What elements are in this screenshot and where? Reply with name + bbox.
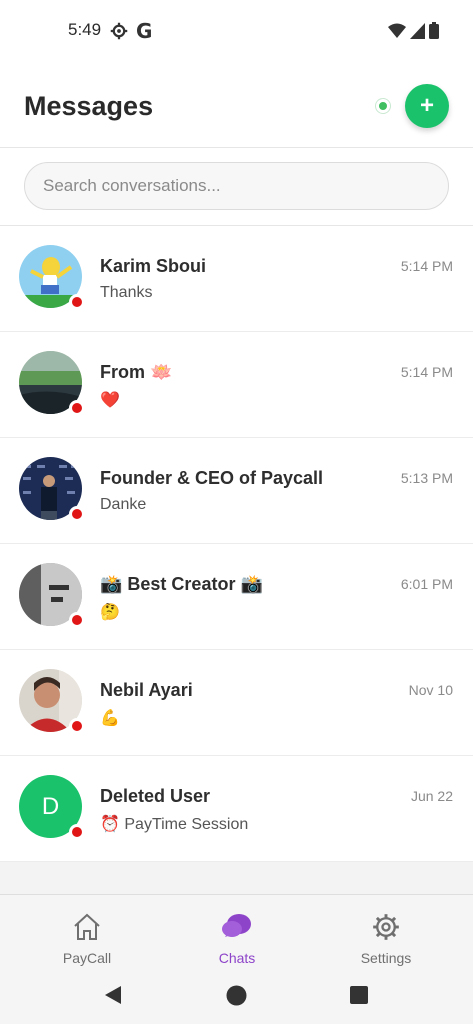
conversation-last-message: Thanks xyxy=(100,284,153,301)
gear-icon xyxy=(371,914,401,945)
chat-bubbles-icon xyxy=(221,914,253,945)
conversation-time: 6:01 PM xyxy=(400,576,453,592)
conversation-last-message: Danke xyxy=(100,496,147,513)
back-icon[interactable] xyxy=(103,985,123,1010)
conversation-last-message: ❤️ xyxy=(100,392,120,409)
unread-indicator xyxy=(69,506,85,522)
conversation-item[interactable]: 📸 Best Creator 📸 🤔 6:01 PM xyxy=(0,544,473,650)
page-title: Messages xyxy=(24,91,154,121)
conversation-last-message: ⏰ PayTime Session xyxy=(100,816,249,833)
nav-tab-paycall[interactable]: PayCall xyxy=(32,913,142,966)
status-bar: 5:49 G xyxy=(0,0,473,62)
nav-label: Settings xyxy=(360,950,412,966)
nav-tab-chats[interactable]: Chats xyxy=(182,913,292,966)
nav-tab-settings[interactable]: Settings xyxy=(331,913,441,966)
unread-indicator xyxy=(69,824,85,840)
search-input[interactable] xyxy=(24,162,449,210)
new-chat-button[interactable]: + xyxy=(405,84,449,128)
settings-gear-status-icon xyxy=(110,22,128,45)
header: Messages + xyxy=(0,62,473,148)
conversation-time: Nov 10 xyxy=(408,682,453,698)
unread-indicator xyxy=(69,294,85,310)
home-icon xyxy=(72,913,102,945)
signal-icon xyxy=(410,23,425,44)
conversation-name: Nebil Ayari xyxy=(100,680,193,700)
conversation-item[interactable]: D Deleted User ⏰ PayTime Session Jun 22 xyxy=(0,756,473,862)
conversation-time: 5:13 PM xyxy=(400,470,453,486)
nav-label: PayCall xyxy=(62,950,112,966)
wifi-icon xyxy=(388,23,406,44)
conversation-item[interactable]: From 🪷 ❤️ 5:14 PM xyxy=(0,332,473,438)
conversation-name: Founder & CEO of Paycall xyxy=(100,468,324,488)
unread-indicator xyxy=(69,612,85,628)
conversation-item[interactable]: Founder & CEO of Paycall Danke 5:13 PM xyxy=(0,438,473,544)
conversation-name: From 🪷 xyxy=(100,362,173,382)
conversation-name: 📸 Best Creator 📸 xyxy=(100,574,263,594)
conversation-time: 5:14 PM xyxy=(400,258,453,274)
unread-indicator xyxy=(69,718,85,734)
avatar-initial-letter: D xyxy=(41,792,60,820)
online-status-indicator xyxy=(376,99,390,113)
list-end-spacer xyxy=(0,862,473,894)
battery-icon xyxy=(429,22,439,44)
unread-indicator xyxy=(69,400,85,416)
nav-label: Chats xyxy=(218,950,256,966)
google-icon: G xyxy=(136,19,153,43)
home-circle-icon[interactable] xyxy=(226,985,247,1011)
conversation-last-message: 🤔 xyxy=(100,604,120,621)
conversation-name: Karim Sboui xyxy=(100,256,207,276)
conversation-name: Deleted User xyxy=(100,786,211,806)
conversation-item[interactable]: Karim Sboui Thanks 5:14 PM xyxy=(0,226,473,332)
search-bar xyxy=(0,148,473,226)
conversation-item[interactable]: Nebil Ayari 💪 Nov 10 xyxy=(0,650,473,756)
conversation-last-message: 💪 xyxy=(100,710,120,727)
conversation-time: 5:14 PM xyxy=(400,364,453,380)
conversation-time: Jun 22 xyxy=(410,788,453,804)
recents-icon[interactable] xyxy=(350,986,368,1009)
conversation-list: Karim Sboui Thanks 5:14 PM From 🪷 ❤️ 5:1… xyxy=(0,226,473,862)
status-time: 5:49 xyxy=(68,20,102,39)
